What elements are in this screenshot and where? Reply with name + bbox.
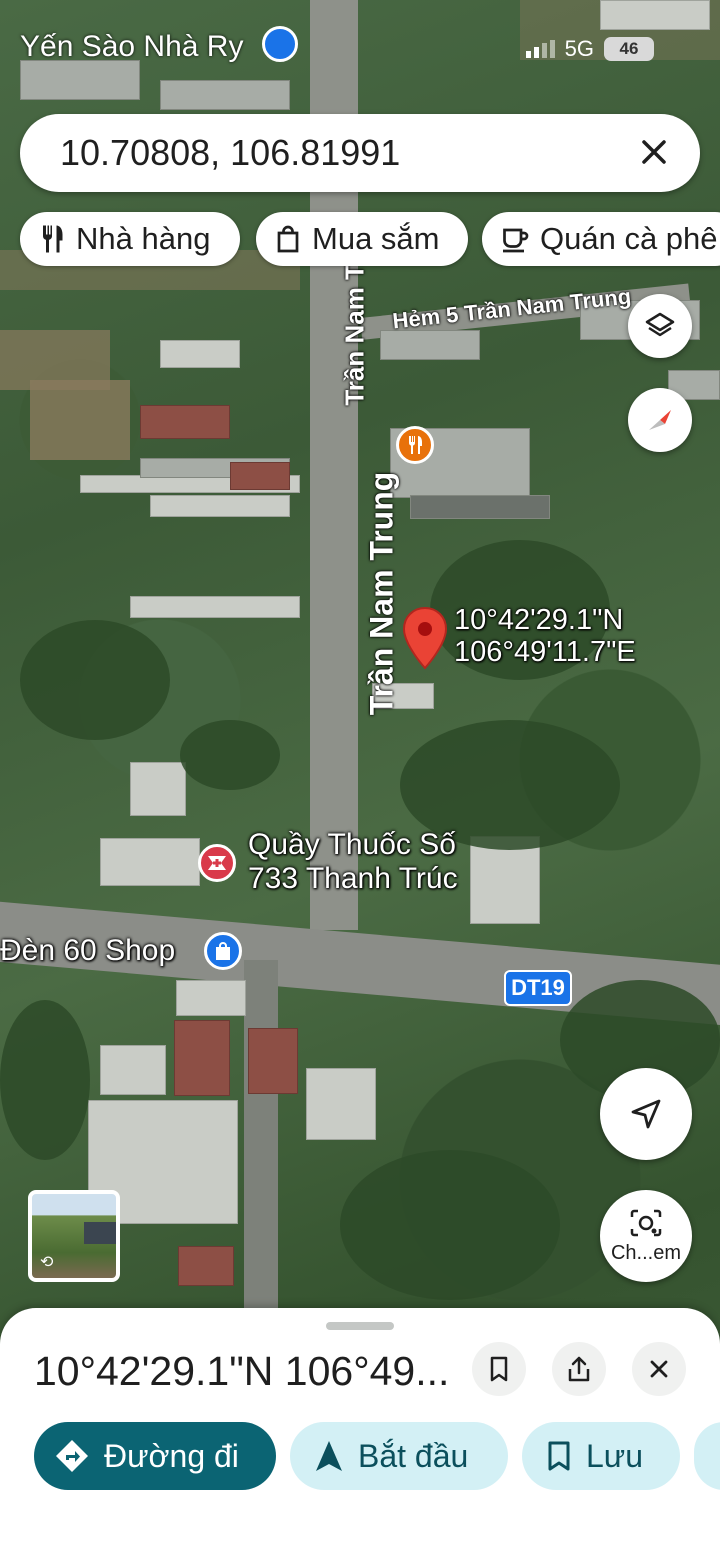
status-bar: Yến Sào Nhà Ry 5G 46 <box>0 20 720 80</box>
building <box>410 495 550 519</box>
building <box>178 1246 234 1286</box>
building <box>230 462 290 490</box>
field-area <box>30 380 130 460</box>
more-actions-button[interactable] <box>694 1422 720 1490</box>
coffee-cup-icon <box>503 228 529 253</box>
building <box>174 1020 230 1096</box>
bookmark-button[interactable] <box>472 1342 526 1396</box>
start-navigation-button[interactable]: Bắt đầu <box>290 1422 508 1490</box>
search-query[interactable]: 10.70808, 106.81991 <box>60 132 400 174</box>
signal-icon <box>525 40 555 58</box>
clear-search-button[interactable] <box>634 132 674 172</box>
directions-button[interactable]: Đường đi <box>34 1422 276 1490</box>
pharmacy-poi-icon[interactable] <box>198 844 236 882</box>
place-bottom-sheet[interactable]: 10°42'29.1"N 106°49... Đường đi Bắt đầu <box>0 1308 720 1560</box>
chip-shopping-label: Mua sắm <box>312 221 440 256</box>
bookmark-icon <box>548 1441 570 1471</box>
close-sheet-button[interactable] <box>632 1342 686 1396</box>
tree-canopy <box>20 620 170 740</box>
place-title: 10°42'29.1"N 106°49... <box>34 1348 450 1394</box>
building <box>140 405 230 439</box>
pin-latitude: 10°42'29.1"N <box>454 604 624 636</box>
shop-poi-label[interactable]: Đèn 60 Shop <box>0 934 175 968</box>
building <box>160 340 240 368</box>
save-button[interactable]: Lưu <box>522 1422 680 1490</box>
network-type: 5G <box>564 36 594 61</box>
pin-coordinates-label: 10°42'29.1"N 106°49'11.7"E <box>454 604 636 668</box>
fork-knife-icon <box>409 436 422 454</box>
building <box>160 80 290 110</box>
shop-poi-icon[interactable] <box>204 932 242 970</box>
street-label-tran-nam-trung: Trần Nam Trung <box>363 471 400 716</box>
navigation-arrow-icon <box>631 1099 661 1129</box>
tree-canopy <box>0 1000 90 1160</box>
start-label: Bắt đầu <box>358 1437 469 1474</box>
status-icons: 5G 46 <box>525 36 654 62</box>
road-lane <box>244 960 278 1310</box>
battery-level: 46 <box>619 39 639 58</box>
share-button[interactable] <box>552 1342 606 1396</box>
building <box>306 1068 376 1140</box>
lens-button[interactable]: Ch...em <box>600 1190 692 1282</box>
category-chips: Nhà hàng Mua sắm Quán cà phê <box>0 212 720 268</box>
search-bar[interactable]: 10.70808, 106.81991 <box>20 114 700 192</box>
building <box>100 838 200 886</box>
building <box>248 1028 298 1094</box>
chip-shopping[interactable]: Mua sắm <box>256 212 468 266</box>
layers-button[interactable] <box>628 294 692 358</box>
fork-knife-icon <box>43 225 63 253</box>
my-location-button[interactable] <box>600 1068 692 1160</box>
restaurant-poi-icon[interactable] <box>396 426 434 464</box>
building <box>176 980 246 1016</box>
battery-icon: 46 <box>604 37 654 61</box>
status-bar-left-text: Yến Sào Nhà Ry <box>20 26 298 66</box>
navigation-icon <box>316 1441 342 1471</box>
building <box>130 762 186 816</box>
pharmacy-name-line1: Quầy Thuốc Số <box>248 828 456 861</box>
building <box>380 330 480 360</box>
thumbnail-house <box>84 1222 116 1244</box>
close-icon <box>650 1360 668 1378</box>
bookmark-icon <box>490 1356 508 1382</box>
tree-canopy <box>180 720 280 790</box>
chip-coffee-label: Quán cà phê <box>540 221 718 256</box>
directions-label: Đường đi <box>104 1437 239 1474</box>
shopping-bag-icon <box>216 942 230 960</box>
chip-coffee[interactable]: Quán cà phê <box>482 212 720 266</box>
map-pin-icon <box>402 606 448 670</box>
directions-icon <box>56 1440 88 1472</box>
camera-lens-icon <box>630 1209 662 1236</box>
pharmacy-icon <box>208 856 226 870</box>
shopping-bag-icon <box>261 26 298 63</box>
shopping-bag-icon <box>277 225 299 253</box>
compass-icon <box>649 410 671 430</box>
sheet-drag-handle[interactable] <box>326 1322 394 1330</box>
close-icon <box>642 140 666 164</box>
tree-canopy <box>340 1150 560 1300</box>
pin-longitude: 106°49'11.7"E <box>454 636 636 668</box>
layers-icon <box>645 312 675 337</box>
compass-button[interactable] <box>628 388 692 452</box>
dropped-pin[interactable] <box>402 606 448 670</box>
share-icon <box>568 1356 590 1382</box>
lens-button-label: Ch...em <box>610 1241 682 1264</box>
street-view-thumbnail[interactable]: ⟲ <box>28 1190 120 1282</box>
rotate-360-icon: ⟲ <box>40 1254 54 1271</box>
chip-restaurants[interactable]: Nhà hàng <box>20 212 240 266</box>
chip-restaurants-label: Nhà hàng <box>76 221 211 256</box>
building <box>100 1045 166 1095</box>
pharmacy-name-line2: 733 Thanh Trúc <box>248 862 458 895</box>
building <box>130 596 300 618</box>
pharmacy-poi-label[interactable]: Quầy Thuốc Số 733 Thanh Trúc <box>248 828 458 896</box>
route-badge-dt19: DT19 <box>504 970 572 1006</box>
building <box>150 495 290 517</box>
save-label: Lưu <box>586 1437 644 1474</box>
